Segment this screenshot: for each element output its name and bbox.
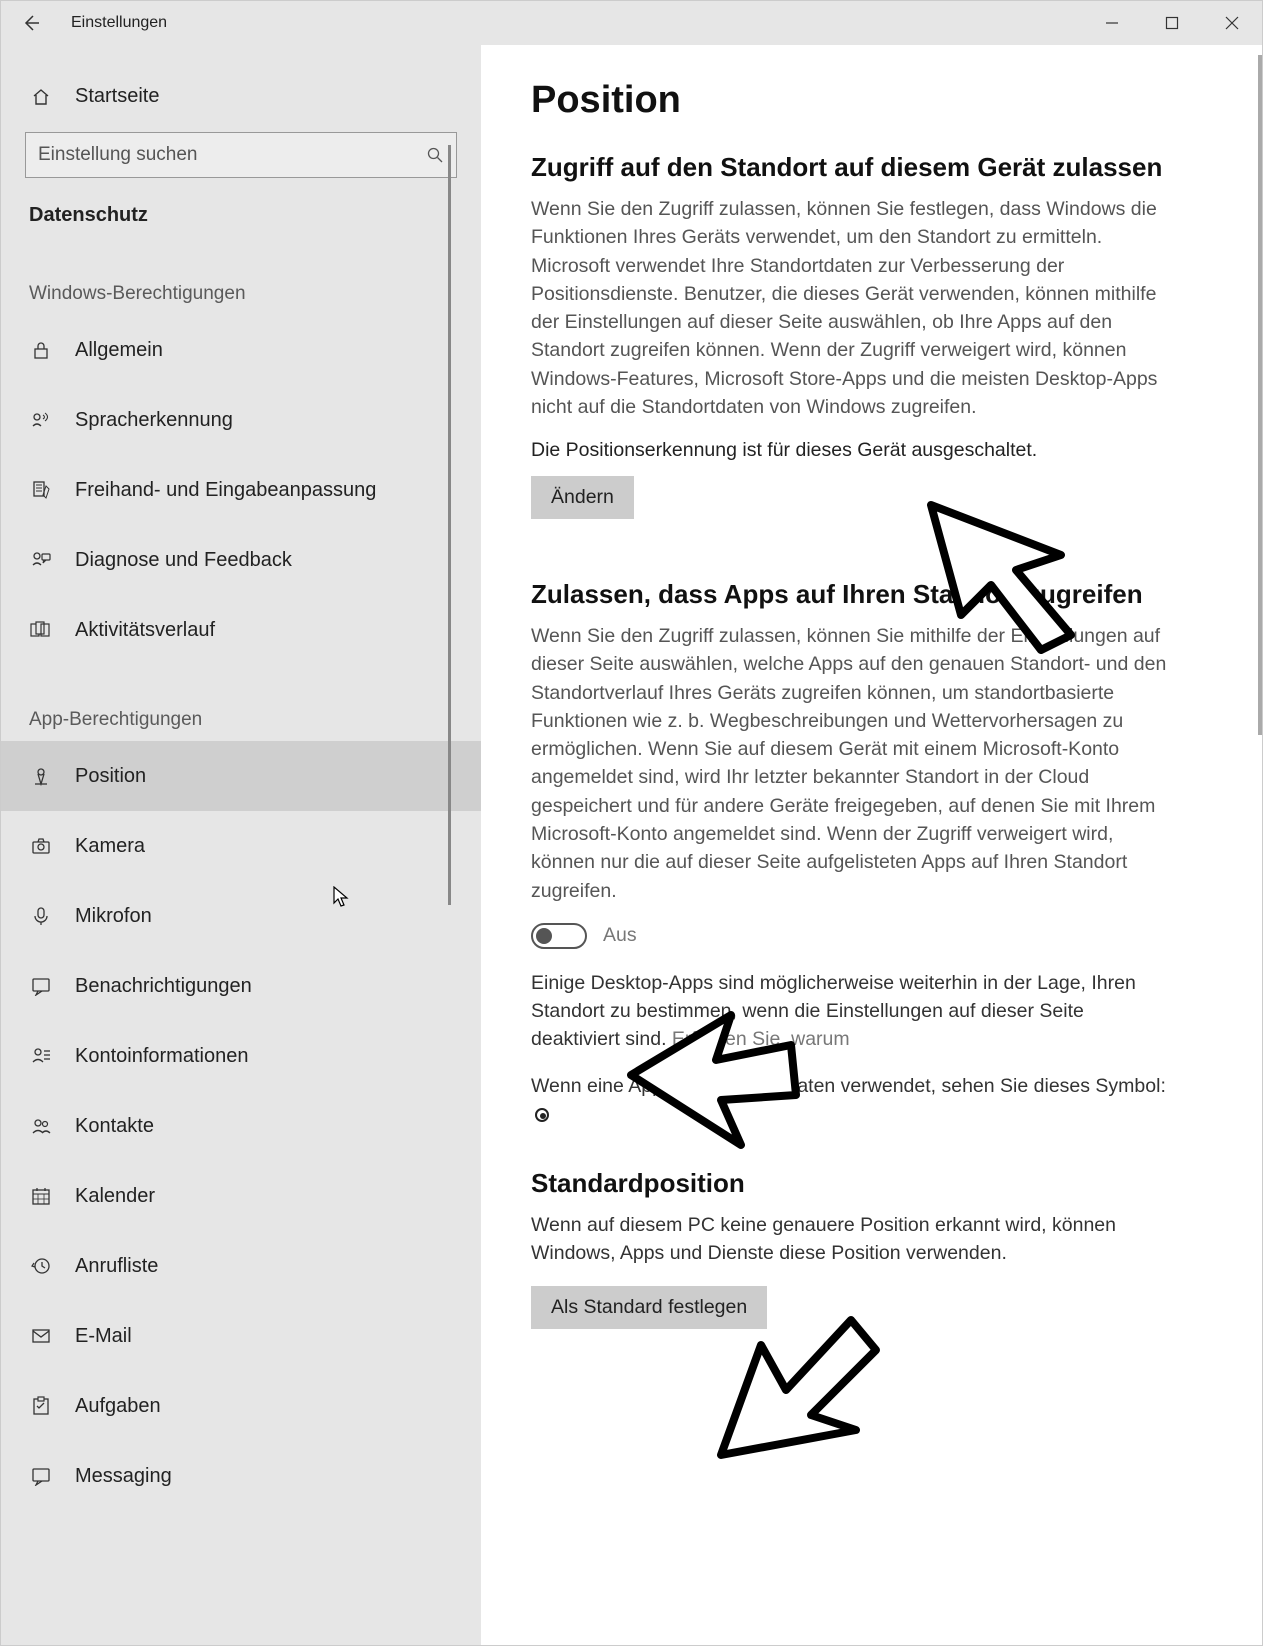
nav-kalender[interactable]: Kalender [1, 1161, 481, 1231]
tasks-icon [29, 1396, 53, 1416]
nav-anrufliste[interactable]: Anrufliste [1, 1231, 481, 1301]
symbol-note: Wenn eine App Ihre Positionsdaten verwen… [531, 1072, 1171, 1129]
nav-allgemein[interactable]: Allgemein [1, 315, 481, 385]
section1-heading: Zugriff auf den Standort auf diesem Gerä… [531, 152, 1212, 183]
nav-label: Kontakte [75, 1115, 154, 1138]
nav-label: Messaging [75, 1465, 172, 1488]
section3-body: Wenn auf diesem PC keine genauere Positi… [531, 1211, 1171, 1268]
speech-icon [29, 410, 53, 430]
location-in-use-icon [535, 1108, 549, 1122]
set-default-button[interactable]: Als Standard festlegen [531, 1286, 767, 1329]
nav-home[interactable]: Startseite [1, 69, 481, 124]
app-location-toggle[interactable] [531, 923, 587, 949]
nav-aufgaben[interactable]: Aufgaben [1, 1371, 481, 1441]
nav-spracherkennung[interactable]: Spracherkennung [1, 385, 481, 455]
nav-benachrichtigungen[interactable]: Benachrichtigungen [1, 951, 481, 1021]
nav-label: E-Mail [75, 1325, 132, 1348]
section3-heading: Standardposition [531, 1168, 1212, 1199]
category-heading: Datenschutz [1, 186, 481, 239]
annotation-arrow-icon [701, 1305, 881, 1475]
calendar-icon [29, 1186, 53, 1206]
nav-label: Position [75, 765, 146, 788]
email-icon [29, 1326, 53, 1346]
nav-aktivitaet[interactable]: Aktivitätsverlauf [1, 595, 481, 665]
section1-status: Die Positionserkennung ist für dieses Ge… [531, 439, 1212, 462]
main-scrollbar[interactable] [1258, 55, 1262, 735]
group-windows-perms: Windows-Berechtigungen [1, 239, 481, 315]
nav-label: Aktivitätsverlauf [75, 619, 215, 642]
minimize-button[interactable] [1082, 1, 1142, 45]
nav-freihand[interactable]: Freihand- und Eingabeanpassung [1, 455, 481, 525]
lock-icon [29, 340, 53, 360]
nav-label: Aufgaben [75, 1395, 161, 1418]
nav-label: Freihand- und Eingabeanpassung [75, 479, 376, 502]
section2-heading: Zulassen, dass Apps auf Ihren Standort z… [531, 579, 1212, 610]
nav-label: Kamera [75, 835, 145, 858]
inking-icon [29, 480, 53, 500]
microphone-icon [29, 906, 53, 926]
nav-label: Kontoinformationen [75, 1045, 248, 1068]
main-panel: Position Zugriff auf den Standort auf di… [481, 45, 1262, 1645]
location-icon [29, 766, 53, 786]
sidebar-scrollbar[interactable] [448, 145, 451, 905]
nav-email[interactable]: E-Mail [1, 1301, 481, 1371]
contacts-icon [29, 1116, 53, 1136]
page-title: Position [531, 79, 1212, 122]
home-icon [29, 87, 53, 107]
nav-label: Anrufliste [75, 1255, 158, 1278]
nav-label: Diagnose und Feedback [75, 549, 292, 572]
history-icon [29, 1256, 53, 1276]
back-button[interactable] [1, 1, 61, 45]
nav-kontakte[interactable]: Kontakte [1, 1091, 481, 1161]
nav-home-label: Startseite [75, 85, 159, 108]
section2-body: Wenn Sie den Zugriff zulassen, können Si… [531, 622, 1171, 905]
titlebar: Einstellungen [1, 1, 1262, 45]
sidebar: Startseite Einstellung suchen Datenschut… [1, 45, 481, 1645]
account-icon [29, 1046, 53, 1066]
nav-label: Spracherkennung [75, 409, 233, 432]
nav-label: Allgemein [75, 339, 163, 362]
window-title: Einstellungen [61, 14, 167, 32]
learn-why-link[interactable]: Erfahren Sie, warum [672, 1028, 850, 1050]
nav-diagnose[interactable]: Diagnose und Feedback [1, 525, 481, 595]
maximize-button[interactable] [1142, 1, 1202, 45]
nav-position[interactable]: Position [1, 741, 481, 811]
search-icon [426, 146, 444, 164]
activity-icon [29, 620, 53, 640]
nav-label: Kalender [75, 1185, 155, 1208]
nav-kamera[interactable]: Kamera [1, 811, 481, 881]
section2-note: Einige Desktop-Apps sind möglicherweise … [531, 969, 1171, 1054]
nav-label: Benachrichtigungen [75, 975, 252, 998]
toggle-state-label: Aus [603, 924, 637, 947]
nav-mikrofon[interactable]: Mikrofon [1, 881, 481, 951]
nav-konto[interactable]: Kontoinformationen [1, 1021, 481, 1091]
nav-label: Mikrofon [75, 905, 152, 928]
search-input[interactable]: Einstellung suchen [25, 132, 457, 178]
search-placeholder: Einstellung suchen [38, 144, 426, 166]
close-button[interactable] [1202, 1, 1262, 45]
camera-icon [29, 836, 53, 856]
nav-messaging[interactable]: Messaging [1, 1441, 481, 1511]
section1-body: Wenn Sie den Zugriff zulassen, können Si… [531, 195, 1171, 421]
change-button[interactable]: Ändern [531, 476, 634, 519]
notifications-icon [29, 976, 53, 996]
feedback-icon [29, 550, 53, 570]
group-app-perms: App-Berechtigungen [1, 665, 481, 741]
messaging-icon [29, 1466, 53, 1486]
